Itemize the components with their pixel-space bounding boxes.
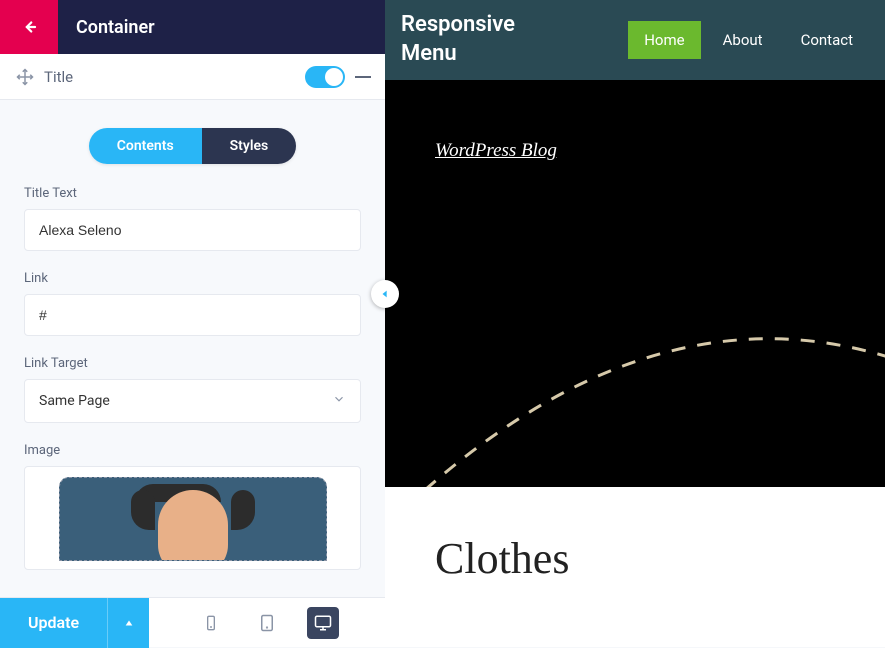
title-text-label: Title Text bbox=[24, 186, 361, 201]
page-heading: Clothes bbox=[435, 533, 835, 584]
device-tablet-button[interactable] bbox=[251, 607, 283, 639]
field-link: Link bbox=[24, 271, 361, 336]
mobile-icon bbox=[203, 612, 219, 634]
panel-title: Container bbox=[76, 17, 155, 38]
nav-item-home[interactable]: Home bbox=[628, 21, 700, 59]
back-button[interactable] bbox=[0, 0, 58, 54]
nav-item-contact[interactable]: Contact bbox=[785, 21, 869, 59]
move-icon bbox=[16, 68, 34, 86]
preview-body: WordPress Blog Clothes bbox=[385, 80, 885, 647]
nav-brand: ResponsiveMenu bbox=[401, 11, 515, 68]
arrow-left-icon bbox=[20, 18, 38, 36]
update-button[interactable]: Update bbox=[0, 598, 107, 648]
caret-left-icon bbox=[380, 289, 390, 299]
visibility-toggle[interactable] bbox=[305, 66, 345, 88]
link-target-label: Link Target bbox=[24, 356, 361, 371]
content-section: Clothes bbox=[385, 487, 885, 647]
link-input[interactable] bbox=[24, 294, 361, 336]
tablet-icon bbox=[258, 612, 276, 634]
nav-menu: Home About Contact bbox=[628, 21, 869, 59]
caret-up-icon bbox=[124, 618, 134, 628]
device-mobile-button[interactable] bbox=[195, 607, 227, 639]
title-text-input[interactable] bbox=[24, 209, 361, 251]
image-picker[interactable] bbox=[24, 466, 361, 570]
update-options-button[interactable] bbox=[107, 598, 149, 648]
collapse-button[interactable] bbox=[355, 76, 371, 78]
section-header: Title bbox=[0, 54, 385, 100]
preview-area: ResponsiveMenu Home About Contact WordPr… bbox=[385, 0, 885, 647]
bottom-bar: Update bbox=[0, 597, 385, 647]
nav-item-about[interactable]: About bbox=[707, 21, 779, 59]
collapse-panel-button[interactable] bbox=[371, 280, 399, 308]
decorative-curve bbox=[425, 310, 885, 490]
field-image: Image bbox=[24, 443, 361, 570]
blog-link[interactable]: WordPress Blog bbox=[435, 140, 557, 162]
field-link-target: Link Target Same Page bbox=[24, 356, 361, 423]
chevron-down-icon bbox=[332, 392, 346, 410]
drag-handle[interactable] bbox=[14, 66, 36, 88]
tab-row: Contents Styles bbox=[0, 100, 385, 186]
editor-panel: Container Title Contents Styles Title Te… bbox=[0, 0, 385, 647]
device-buttons bbox=[149, 607, 385, 639]
section-title: Title bbox=[44, 68, 305, 86]
tab-pill: Contents Styles bbox=[89, 128, 296, 164]
image-label: Image bbox=[24, 443, 361, 458]
link-target-select[interactable]: Same Page bbox=[24, 379, 361, 423]
avatar-preview bbox=[59, 477, 327, 561]
field-title-text: Title Text bbox=[24, 186, 361, 251]
device-desktop-button[interactable] bbox=[307, 607, 339, 639]
desktop-icon bbox=[313, 614, 333, 632]
panel-header: Container bbox=[0, 0, 385, 54]
link-label: Link bbox=[24, 271, 361, 286]
form-area: Title Text Link Link Target Same Page Im… bbox=[0, 186, 385, 647]
tab-styles[interactable]: Styles bbox=[202, 128, 297, 164]
tab-contents[interactable]: Contents bbox=[89, 128, 202, 164]
link-target-value: Same Page bbox=[39, 393, 110, 409]
preview-nav: ResponsiveMenu Home About Contact bbox=[385, 0, 885, 80]
